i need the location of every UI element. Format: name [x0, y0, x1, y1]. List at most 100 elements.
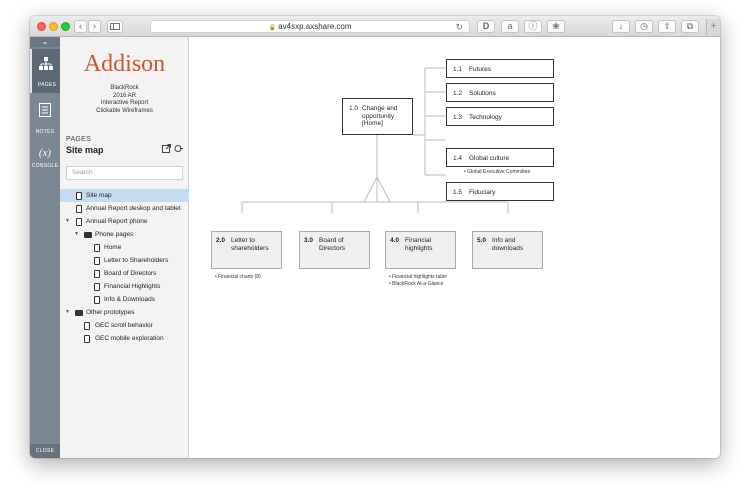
node-note: • BlackRock At-a-Glance: [389, 281, 444, 287]
new-tab-button[interactable]: +: [706, 19, 720, 35]
rail-notes-button[interactable]: NOTES: [30, 95, 60, 139]
current-page-title: Site map: [66, 145, 104, 155]
sidebar-toggle-button[interactable]: [107, 20, 123, 33]
tree-item-other-prototypes[interactable]: ▼ Other prototypes: [60, 306, 189, 319]
node-number: 1.3: [453, 114, 463, 121]
tree-item-letter-to-shareholders[interactable]: Letter to Shareholders: [60, 254, 189, 267]
amazon-extension-icon[interactable]: a: [501, 20, 519, 33]
sitemap-node-futures[interactable]: 1.1 Futures: [446, 59, 554, 78]
page-icon: [76, 205, 82, 213]
console-icon: (x): [38, 147, 52, 159]
search-input[interactable]: Search: [66, 166, 183, 180]
tree-item-gec-mobile[interactable]: GEC mobile exploration: [60, 332, 189, 345]
expand-caret-icon[interactable]: ▼: [65, 215, 70, 228]
page-icon: [84, 322, 90, 330]
sitemap-canvas: 1.0 Change and opportunity [Home] 1.1 Fu…: [189, 37, 720, 458]
tree-item-label: Phone pages: [95, 231, 134, 238]
rail-notes-label: NOTES: [35, 129, 55, 135]
tree-item-gec-scroll[interactable]: GEC scroll behavior: [60, 319, 189, 332]
node-label-line: Change and: [362, 105, 398, 112]
tree-item-financial-highlights[interactable]: Financial Highlights: [60, 280, 189, 293]
link-icon[interactable]: [174, 144, 183, 153]
node-label-line: shareholders: [231, 244, 269, 252]
node-label: Letter to shareholders: [231, 237, 269, 252]
node-label: Technology: [469, 114, 502, 121]
info-extension-icon[interactable]: ⓘ: [524, 20, 542, 33]
node-note: • Global Executive Committee: [464, 169, 531, 175]
tree-item-annual-report-desktop[interactable]: Annual Report deskop and tablet: [60, 202, 189, 215]
sitemap-node-fiduciary[interactable]: 1.5 Fiduciary: [446, 182, 554, 201]
node-label: Fiduciary: [469, 189, 496, 196]
forward-button[interactable]: ›: [88, 20, 101, 33]
tree-item-site-map[interactable]: Site map: [60, 189, 189, 202]
tree-item-label: GEC mobile exploration: [95, 335, 164, 342]
node-number: 1.1: [453, 66, 463, 73]
address-text: av4sxp.axshare.com: [278, 22, 352, 31]
reload-icon[interactable]: ↻: [455, 21, 463, 33]
tree-item-info-downloads[interactable]: Info & Downloads: [60, 293, 189, 306]
expand-caret-icon[interactable]: ▼: [65, 306, 70, 319]
pages-heading: PAGES: [66, 136, 92, 143]
tree-item-label: Annual Report deskop and tablet: [86, 205, 181, 212]
rail-console-button[interactable]: (x) CONSOLE: [30, 141, 60, 185]
sitemap-node-technology[interactable]: 1.3 Technology: [446, 107, 554, 126]
readability-extension-icon[interactable]: D: [477, 20, 495, 33]
page-icon: [94, 283, 100, 291]
tree-item-annual-report-phone[interactable]: ▼ Annual Report phone: [60, 215, 189, 228]
pages-panel: Addison BlackRock 2016 AR Interactive Re…: [60, 37, 189, 458]
node-number: 1.4: [453, 155, 463, 162]
node-note: • Financial charts (8): [215, 274, 261, 280]
rail-pages-button[interactable]: PAGES: [30, 49, 60, 93]
minimize-window-button[interactable]: [49, 22, 58, 31]
lock-icon: 🔒: [268, 25, 276, 31]
sitemap-node-board[interactable]: 3.0 Board of Directors: [299, 231, 370, 269]
download-icon[interactable]: ↓: [612, 20, 630, 33]
sitemap-node-home[interactable]: 1.0 Change and opportunity [Home]: [342, 98, 413, 135]
node-number: 5.0: [477, 237, 487, 244]
rail-close-button[interactable]: CLOSE: [30, 444, 60, 458]
sitemap-node-global-culture[interactable]: 1.4 Global culture: [446, 148, 554, 167]
share-icon[interactable]: ⇧: [658, 20, 676, 33]
tree-item-label: Home: [104, 244, 122, 251]
page-icon: [94, 244, 100, 252]
brand-logo: Addison: [83, 51, 166, 77]
node-number: 1.5: [453, 189, 463, 196]
page-icon: [76, 218, 82, 226]
sitemap-node-solutions[interactable]: 1.2 Solutions: [446, 83, 554, 102]
address-bar[interactable]: 🔒 av4sxp.axshare.com ↻: [150, 20, 470, 33]
browser-window: ‹ › 🔒 av4sxp.axshare.com ↻ D a ⓘ ❀ ↓ ◷ ⇧…: [30, 16, 720, 458]
back-button[interactable]: ‹: [74, 20, 87, 33]
tree-item-board-of-directors[interactable]: Board of Directors: [60, 267, 189, 280]
evernote-extension-icon[interactable]: ❀: [547, 20, 565, 33]
tree-item-phone-pages[interactable]: ▼ Phone pages: [60, 228, 189, 241]
sitemap-node-financial[interactable]: 4.0 Financial highlights: [385, 231, 456, 269]
tree-item-label: Annual Report phone: [86, 218, 148, 225]
node-label-line: Board of: [319, 237, 344, 244]
node-label: Futures: [469, 66, 492, 73]
open-in-new-window-icon[interactable]: [162, 144, 171, 153]
notes-icon: [39, 103, 51, 117]
collapse-chevron-icon[interactable]: ⌄: [30, 37, 60, 47]
project-line: BlackRock: [110, 85, 139, 91]
tabs-icon[interactable]: ⧉: [681, 20, 699, 33]
zoom-window-button[interactable]: [61, 22, 70, 31]
sitemap-icon: [39, 57, 53, 70]
sitemap-node-letter[interactable]: 2.0 Letter to shareholders: [211, 231, 282, 269]
sidebar-icon: [110, 23, 120, 30]
node-label: Board of Directors: [319, 237, 345, 252]
sitemap-node-info[interactable]: 5.0 Info and downloads: [472, 231, 543, 269]
tree-item-label: Letter to Shareholders: [104, 257, 169, 264]
project-line: 2016 AR: [112, 92, 137, 99]
project-info: BlackRock 2016 AR Interactive Report Cli…: [60, 85, 189, 115]
page-icon: [76, 192, 82, 200]
tree-item-home[interactable]: Home: [60, 241, 189, 254]
node-label-line: highlights: [405, 244, 433, 252]
close-window-button[interactable]: [37, 22, 46, 31]
folder-icon: [75, 310, 83, 316]
history-icon[interactable]: ◷: [635, 20, 653, 33]
node-label: Financial highlights: [405, 237, 432, 252]
tree-item-label: Info & Downloads: [104, 296, 155, 303]
expand-caret-icon[interactable]: ▼: [74, 228, 79, 241]
node-label: Info and downloads: [492, 237, 523, 252]
node-number: 1.0: [349, 105, 359, 112]
